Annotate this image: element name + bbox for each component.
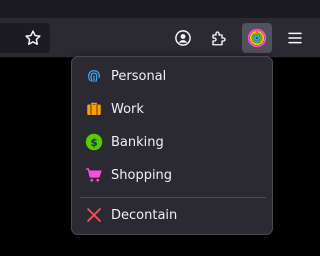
svg-text:$: $ bbox=[90, 137, 97, 149]
container-item-shopping[interactable]: Shopping bbox=[80, 160, 264, 190]
container-fingerprint-icon bbox=[247, 28, 267, 48]
container-label: Banking bbox=[111, 134, 164, 150]
fingerprint-icon bbox=[85, 67, 103, 85]
app-menu-button[interactable] bbox=[280, 23, 310, 53]
container-item-personal[interactable]: Personal bbox=[80, 61, 264, 91]
container-item-banking[interactable]: $ Banking bbox=[80, 127, 264, 157]
tab-strip bbox=[0, 0, 320, 18]
navigation-toolbar bbox=[0, 18, 320, 58]
panel-divider bbox=[80, 197, 266, 198]
extensions-button[interactable] bbox=[204, 23, 234, 53]
cart-icon bbox=[85, 166, 103, 184]
dollar-icon: $ bbox=[85, 133, 103, 151]
bookmark-star-button[interactable] bbox=[18, 23, 48, 53]
decontain-item[interactable]: Decontain bbox=[80, 200, 264, 230]
decontain-label: Decontain bbox=[111, 207, 178, 223]
containers-button[interactable] bbox=[242, 23, 272, 53]
container-item-work[interactable]: Work bbox=[80, 94, 264, 124]
account-button[interactable] bbox=[168, 23, 198, 53]
container-label: Personal bbox=[111, 68, 167, 84]
extensions-icon bbox=[212, 31, 226, 46]
star-icon bbox=[25, 30, 41, 45]
close-icon bbox=[85, 206, 103, 224]
account-icon bbox=[175, 30, 191, 46]
container-label: Work bbox=[111, 101, 144, 117]
containers-panel: Personal Work $ Banking Shopping Deconta… bbox=[71, 56, 273, 235]
container-label: Shopping bbox=[111, 167, 173, 183]
briefcase-icon bbox=[85, 100, 103, 118]
hamburger-menu-icon bbox=[288, 32, 302, 44]
